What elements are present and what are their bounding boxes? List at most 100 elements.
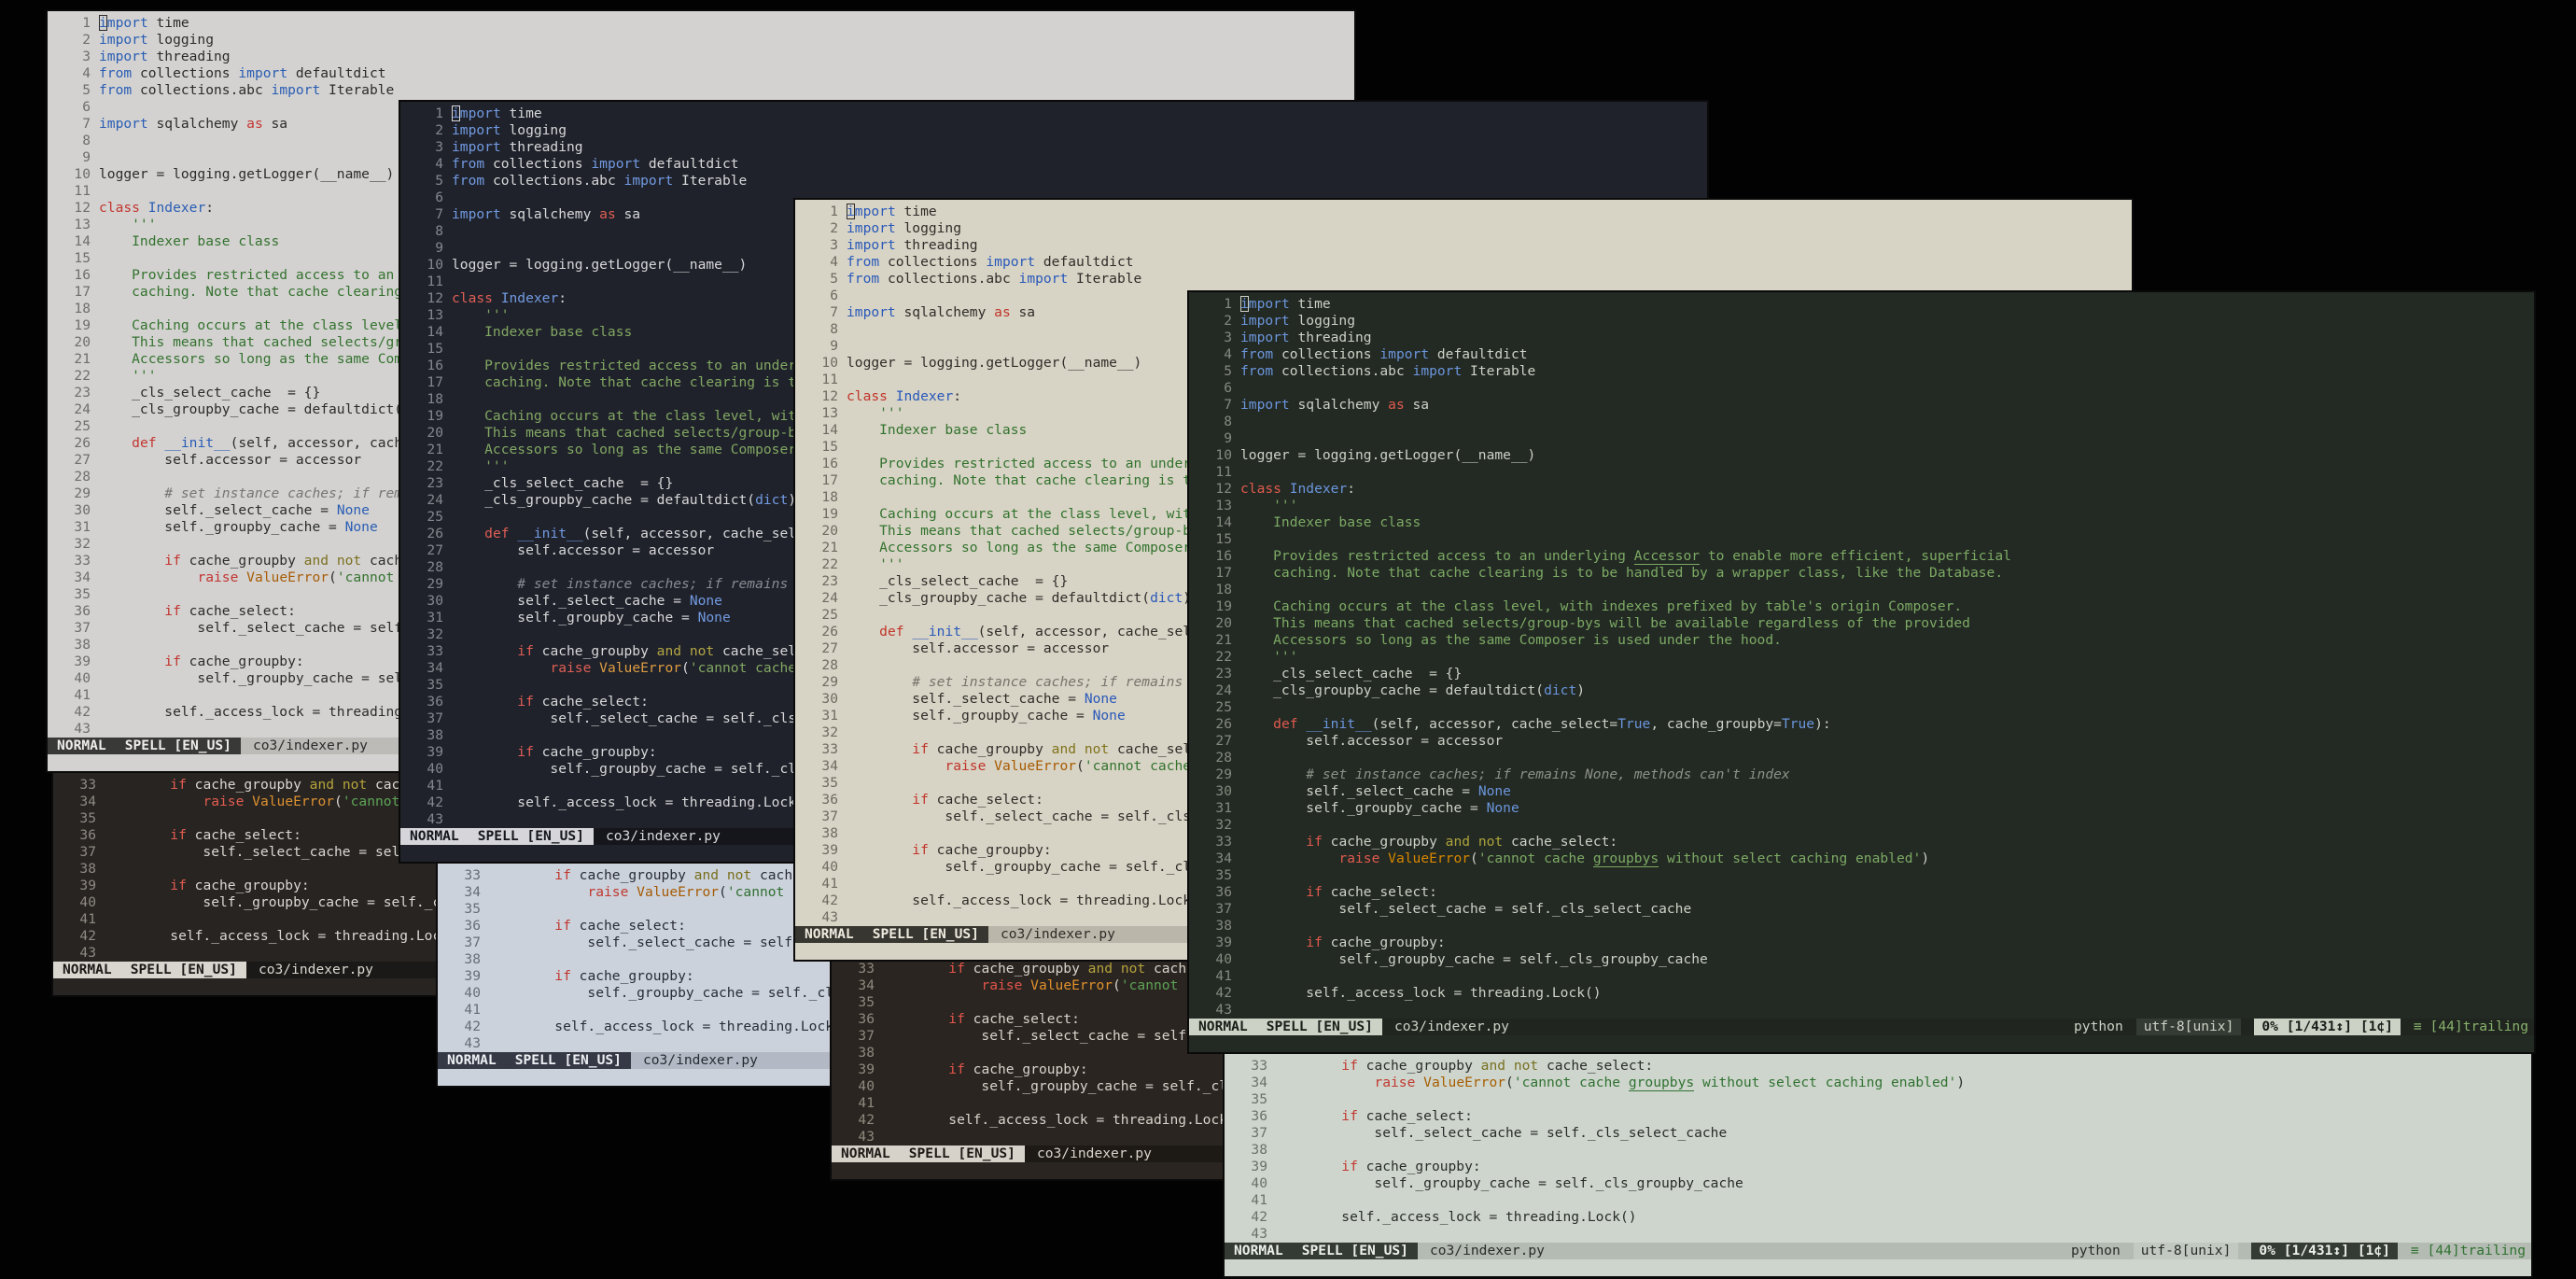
line-number: 30 (74, 502, 91, 518)
line-number: 33 (79, 777, 96, 793)
code-line: 5from collections.abc import Iterable (795, 271, 2132, 288)
line-number: 10 (1215, 447, 1232, 463)
spell-indicator: SPELL [EN_US] (1301, 1243, 1408, 1258)
line-number: 27 (427, 542, 443, 558)
line-number: 26 (74, 435, 91, 451)
code-line: 25 (1189, 699, 2534, 716)
code-line: 6 (1189, 380, 2534, 397)
line-number: 16 (1215, 548, 1232, 564)
code-area[interactable]: 1import time2import logging3import threa… (1189, 296, 2534, 1019)
line-number: 15 (1215, 531, 1232, 547)
code-line: 17 caching. Note that cache clearing is … (1189, 565, 2534, 582)
line-number: 36 (1215, 884, 1232, 900)
status-right: python utf-8[unix] 0% [1/431↕] [1¢] ≡ [44]t… (2074, 1019, 2534, 1035)
line-number: 33 (74, 553, 91, 569)
line-number: 34 (1215, 850, 1232, 866)
code-line: 36 if cache_select: (1225, 1108, 2531, 1125)
line-number: 4 (830, 254, 838, 270)
line-number: 35 (1215, 867, 1232, 883)
line-number: 32 (1215, 817, 1232, 833)
filetype-label: python (2071, 1243, 2121, 1258)
line-number: 22 (821, 556, 838, 572)
line-number: 23 (74, 385, 91, 401)
line-number: 24 (74, 401, 91, 417)
line-number: 42 (858, 1112, 875, 1128)
code-line: 5from collections.abc import Iterable (1189, 363, 2534, 380)
line-number: 27 (74, 452, 91, 468)
code-line: 9 (1189, 430, 2534, 447)
line-number: 15 (74, 250, 91, 266)
line-number: 40 (1251, 1175, 1267, 1191)
code-line: 16 Provides restricted access to an unde… (1189, 548, 2534, 565)
line-number: 20 (1215, 615, 1232, 631)
line-number: 19 (74, 317, 91, 333)
line-number: 34 (464, 884, 481, 900)
line-number: 37 (821, 808, 838, 824)
line-number: 38 (464, 951, 481, 967)
cursor: i (452, 105, 460, 121)
line-number: 37 (858, 1028, 875, 1044)
line-number: 43 (79, 945, 96, 961)
line-number: 23 (1215, 666, 1232, 682)
trailing-whitespace-badge: ≡ [44]trailing (2413, 1019, 2528, 1034)
code-line: 8 (1189, 414, 2534, 430)
position-indicator: 0% [1/431↕] [1¢] (2251, 1243, 2398, 1259)
line-number: 3 (1224, 330, 1232, 345)
line-number: 1 (82, 15, 91, 31)
line-number: 4 (82, 65, 91, 81)
code-line: 5from collections.abc import Iterable (400, 173, 1707, 190)
line-number: 43 (74, 721, 91, 737)
line-number: 36 (79, 827, 96, 843)
line-number: 42 (427, 794, 443, 810)
code-line: 1import time (48, 15, 1354, 32)
line-number: 34 (1251, 1075, 1267, 1090)
line-number: 7 (82, 116, 91, 132)
code-line: 31 self._groupby_cache = None (1189, 800, 2534, 817)
code-line: 34 raise ValueError('cannot cache groupb… (1225, 1075, 2531, 1091)
mode-indicator: NORMAL SPELL [EN_US] (438, 1052, 631, 1069)
mode-indicator: NORMAL SPELL [EN_US] (53, 962, 246, 978)
spell-indicator: SPELL [EN_US] (124, 738, 231, 753)
line-number: 40 (821, 859, 838, 875)
line-number: 35 (821, 775, 838, 791)
terminal-vim-darkgreen-active[interactable]: 1 import time 2 import logging 3 import threa… (1187, 290, 2536, 1054)
code-line: 13 ''' (1189, 498, 2534, 514)
status-right: python utf-8[unix] 0% [1/431↕] [1¢] ≡ [44]t… (2071, 1243, 2531, 1259)
code-line: 2import logging (795, 220, 2132, 237)
line-number: 7 (830, 304, 838, 320)
line-number: 14 (427, 324, 443, 340)
line-number: 2 (435, 122, 443, 138)
line-number: 14 (1215, 514, 1232, 530)
line-number: 17 (427, 374, 443, 390)
line-number: 28 (427, 559, 443, 575)
file-name: co3/indexer.py (1000, 926, 1115, 942)
line-number: 29 (427, 576, 443, 592)
code-line: 41 (1225, 1192, 2531, 1209)
line-number: 12 (1215, 481, 1232, 497)
line-number: 40 (1215, 951, 1232, 967)
line-number: 6 (1224, 380, 1232, 396)
line-number: 41 (858, 1095, 875, 1111)
line-number: 5 (435, 173, 443, 189)
trailing-whitespace-badge: ≡ [44]trailing (2410, 1243, 2526, 1258)
line-number: 29 (74, 485, 91, 501)
mode-indicator: NORMAL SPELL [EN_US] (832, 1145, 1025, 1162)
line-number: 18 (821, 489, 838, 505)
line-number: 42 (79, 928, 96, 944)
mode-indicator: NORMAL SPELL [EN_US] (1189, 1019, 1382, 1035)
code-line: 15 (1189, 531, 2534, 548)
line-number: 13 (427, 307, 443, 323)
mode-label: NORMAL (1198, 1019, 1248, 1034)
code-line: 18 (1189, 582, 2534, 598)
code-line: 27 self.accessor = accessor (1189, 733, 2534, 750)
line-number: 41 (464, 1002, 481, 1018)
line-number: 26 (821, 624, 838, 640)
line-number: 37 (464, 935, 481, 950)
line-number: 30 (1215, 783, 1232, 799)
line-number: 43 (1215, 1002, 1232, 1018)
code-line: 4from collections import defaultdict (1189, 346, 2534, 363)
line-number: 33 (1251, 1058, 1267, 1074)
line-number: 32 (74, 536, 91, 552)
spell-indicator: SPELL [EN_US] (477, 828, 584, 844)
line-number: 21 (74, 351, 91, 367)
